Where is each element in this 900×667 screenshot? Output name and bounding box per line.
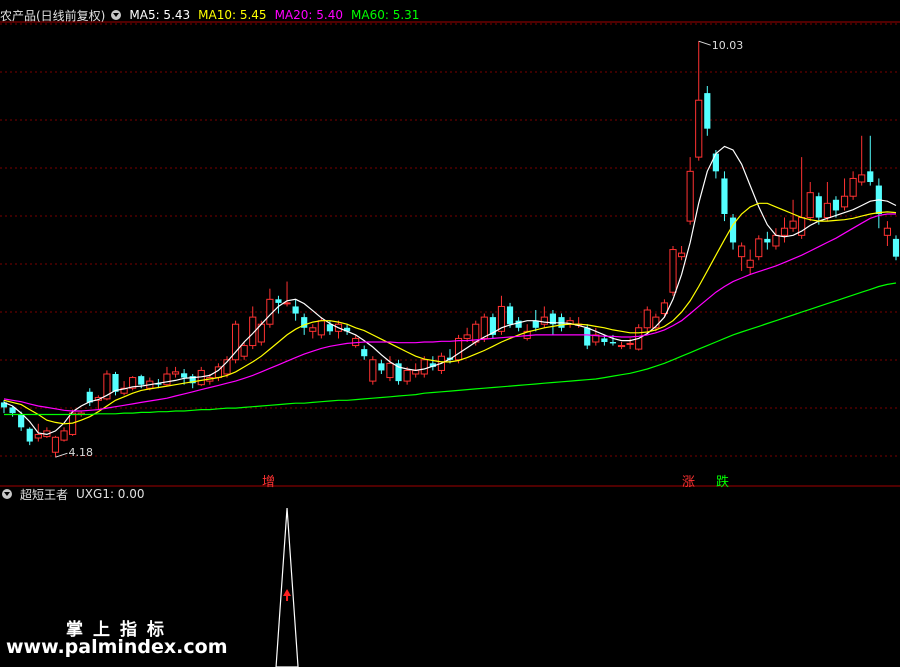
candle-body [849, 177, 857, 197]
candle-body [712, 153, 719, 172]
candle-body [609, 342, 617, 344]
candle-body [540, 316, 548, 325]
candle-body [403, 369, 411, 382]
low-pointer [55, 452, 68, 458]
candle-body [626, 342, 634, 345]
high-label: 10.03 [712, 39, 744, 52]
candle-body [883, 227, 892, 236]
candle-body [317, 320, 325, 336]
candle-body [617, 345, 626, 348]
signal-zeng: 增 [262, 475, 276, 490]
candle-body [463, 334, 471, 339]
ma-line-ma60 [4, 282, 897, 416]
legend-toggle-icon[interactable] [111, 10, 122, 20]
candle-body [677, 252, 686, 258]
candle-body [815, 196, 822, 218]
indicator-name: 超短王者 [20, 487, 69, 502]
candle-body [755, 238, 763, 258]
stock-title: 农产品(日线前复权) [0, 8, 106, 23]
candle-body [746, 259, 754, 268]
candle-body [292, 306, 299, 314]
candle-body [378, 363, 385, 371]
candle-body [454, 337, 463, 361]
candle-body [858, 174, 866, 183]
candle-body [60, 430, 68, 441]
candle-body [240, 345, 248, 357]
candle-body [721, 178, 728, 214]
candle-body [601, 338, 608, 342]
indicator-value: UXG1: 0.00 [76, 487, 145, 501]
legend-ma5: MA5: 5.43 [129, 8, 191, 22]
indicator-arrow-stem [286, 595, 289, 601]
candle-body [163, 373, 171, 386]
candle-body [26, 428, 33, 442]
candle-body [326, 324, 334, 332]
watermark-url: www.palmindex.com [6, 636, 228, 658]
candle-body [369, 359, 377, 382]
candle-body [171, 371, 180, 375]
main-legend: 农产品(日线前复权) MA5: 5.43 MA10: 5.45 MA20: 5.… [0, 6, 427, 24]
candle-body [112, 374, 119, 392]
candle-body [669, 249, 677, 293]
candle-body [361, 349, 368, 357]
candle-body [686, 170, 694, 222]
candle-body [840, 195, 849, 208]
candle-body [832, 199, 840, 211]
candle-body [266, 298, 274, 325]
candle-body [420, 359, 428, 375]
low-label: 4.18 [68, 446, 93, 459]
legend-ma60: MA60: 5.31 [351, 8, 420, 22]
candle-body [823, 202, 831, 219]
candle-body [181, 373, 188, 378]
candlestick-chart[interactable]: 10.03 4.18 [0, 0, 900, 667]
candle-body [764, 238, 771, 243]
candle-body [643, 309, 651, 329]
candle-body [867, 171, 874, 182]
candle-body [780, 227, 789, 236]
candle-body [704, 93, 711, 129]
candle-body [738, 245, 746, 258]
legend-ma20: MA20: 5.40 [274, 8, 343, 22]
legend-ma10: MA10: 5.45 [198, 8, 267, 22]
candle-body [18, 414, 25, 428]
indicator-legend: 超短王者 UXG1: 0.00 [0, 485, 153, 503]
candle-body [275, 299, 282, 303]
candle-body [806, 192, 814, 219]
candle-body [51, 436, 60, 453]
indicator-toggle-icon[interactable] [2, 489, 12, 499]
candle-body [34, 433, 42, 439]
candle-body [506, 306, 514, 325]
indicator-spike [275, 507, 299, 667]
candle-body [772, 234, 780, 247]
candle-body [480, 316, 488, 339]
candle-body [892, 238, 900, 257]
candle-body [532, 320, 539, 328]
candle-body [789, 220, 797, 229]
chart-window: 10.03 4.18 农产品(日线前复权) MA5: 5.43 MA10: 5.4… [0, 0, 900, 667]
high-pointer [698, 40, 711, 46]
candle-body [584, 327, 591, 346]
candle-body [283, 302, 291, 305]
candle-body [386, 362, 394, 379]
candle-body [138, 376, 145, 385]
candle-body [695, 99, 703, 158]
signal-die: 跌 [716, 475, 730, 490]
signal-zhang: 涨 [682, 475, 696, 490]
candle-body [309, 327, 317, 332]
